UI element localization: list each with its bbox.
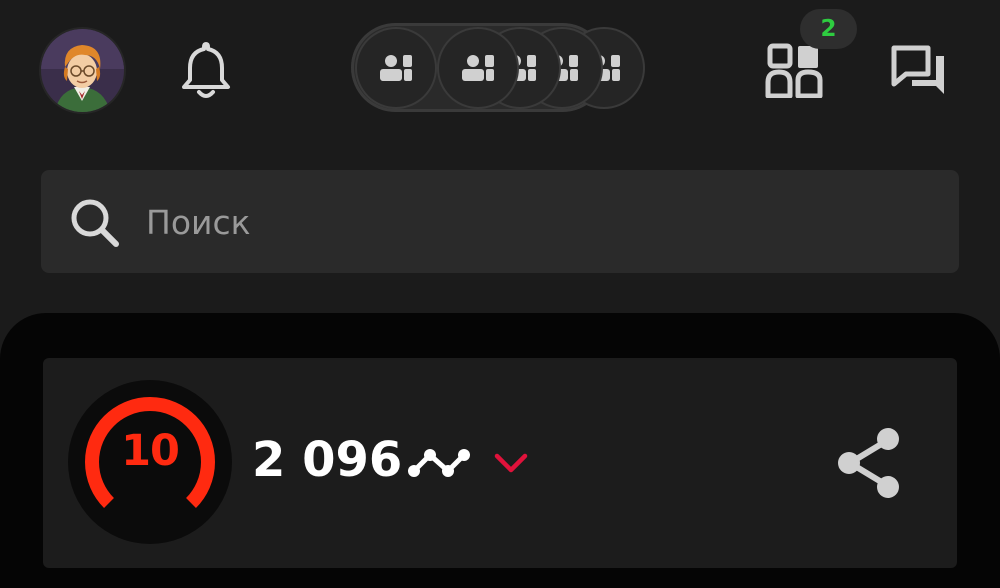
chat-icon[interactable]	[890, 44, 948, 98]
bell-icon[interactable]	[178, 40, 234, 100]
group-icon	[357, 29, 435, 107]
level-value: 10	[121, 426, 180, 476]
trend-icon	[406, 445, 472, 481]
group-avatars-stack[interactable]	[351, 23, 643, 112]
friends-icon[interactable]	[762, 42, 826, 99]
rating-score: 2 096	[252, 432, 403, 488]
search-icon	[68, 197, 122, 247]
share-icon[interactable]	[832, 424, 908, 502]
chevron-down-icon[interactable]	[493, 449, 529, 477]
avatar[interactable]	[41, 29, 124, 112]
friends-badge: 2	[800, 9, 857, 49]
search-input[interactable]	[146, 196, 926, 248]
group-icon	[439, 29, 517, 107]
